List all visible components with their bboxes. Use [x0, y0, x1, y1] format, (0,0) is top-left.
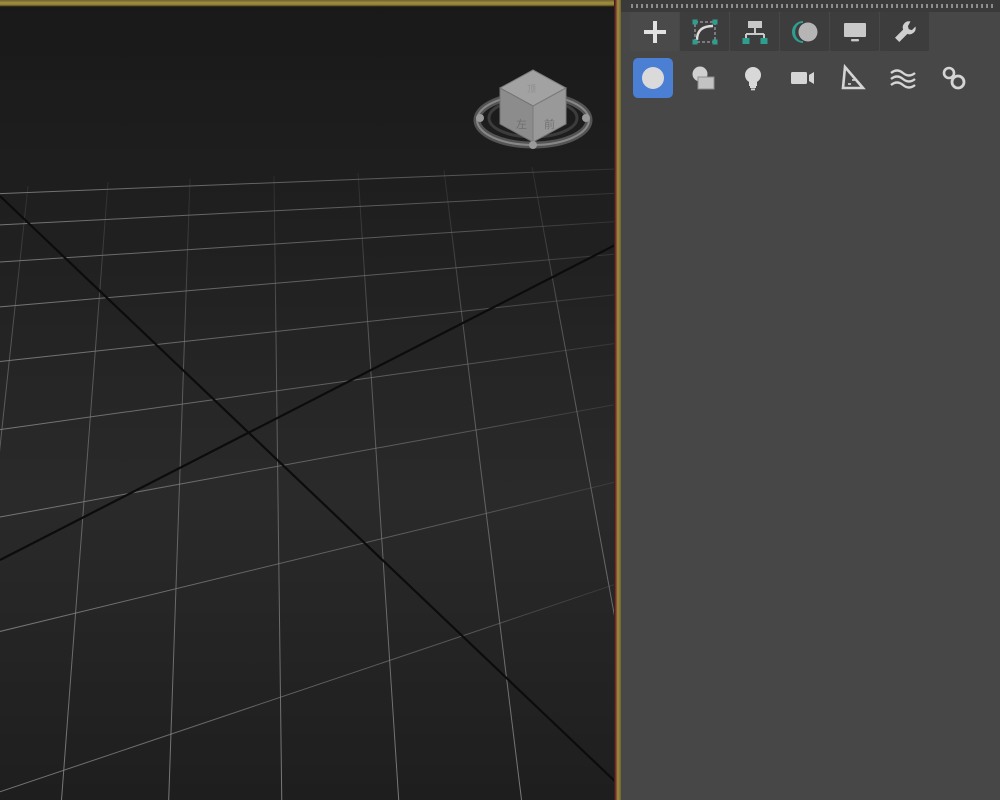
tab-utilities[interactable]	[880, 12, 929, 51]
tab-motion[interactable]	[780, 12, 829, 51]
3dsmax-window: 左 前 顶	[0, 0, 1000, 800]
subcat-lights[interactable]	[733, 58, 773, 98]
subcat-geometry[interactable]	[633, 58, 673, 98]
command-panel-tabs	[630, 12, 929, 51]
subcat-helpers[interactable]	[833, 58, 873, 98]
svg-text:左: 左	[516, 118, 527, 131]
hierarchy-icon	[742, 20, 767, 44]
plus-icon	[643, 20, 666, 43]
modify-icon	[692, 19, 717, 44]
space-warp-waves-icon	[890, 69, 916, 89]
shapes-icon	[692, 66, 715, 90]
subcat-systems[interactable]	[933, 58, 973, 98]
panel-drag-handle[interactable]	[621, 0, 1000, 12]
systems-gears-icon	[942, 66, 966, 90]
motion-icon	[791, 20, 817, 43]
viewport-active-border-right	[614, 0, 621, 800]
tab-create[interactable]	[630, 12, 679, 51]
helper-triangle-icon	[841, 64, 866, 90]
light-bulb-icon	[745, 67, 761, 91]
command-panel: 标准基本体 ▼ ▼ 对象类型 自动栅格 长方体 圆锥体 球体 几何球体 圆柱体 …	[621, 0, 1000, 800]
tab-display[interactable]	[830, 12, 879, 51]
camera-icon	[791, 72, 814, 84]
wrench-icon	[894, 20, 916, 42]
svg-text:顶: 顶	[527, 84, 536, 95]
drag-dots-icon	[631, 4, 994, 8]
viewcube-gizmo[interactable]: 左 前 顶	[472, 48, 594, 160]
tab-hierarchy[interactable]	[730, 12, 779, 51]
subcat-shapes[interactable]	[683, 58, 723, 98]
geometry-sphere-icon	[642, 67, 664, 89]
subcat-spacewarps[interactable]	[883, 58, 923, 98]
tab-modify[interactable]	[680, 12, 729, 51]
subcat-cameras[interactable]	[783, 58, 823, 98]
svg-text:前: 前	[544, 117, 555, 131]
perspective-viewport[interactable]: 左 前 顶	[0, 0, 621, 800]
display-icon	[843, 22, 866, 41]
create-subcategory-row	[633, 58, 973, 98]
viewport-active-border-top	[0, 0, 621, 7]
